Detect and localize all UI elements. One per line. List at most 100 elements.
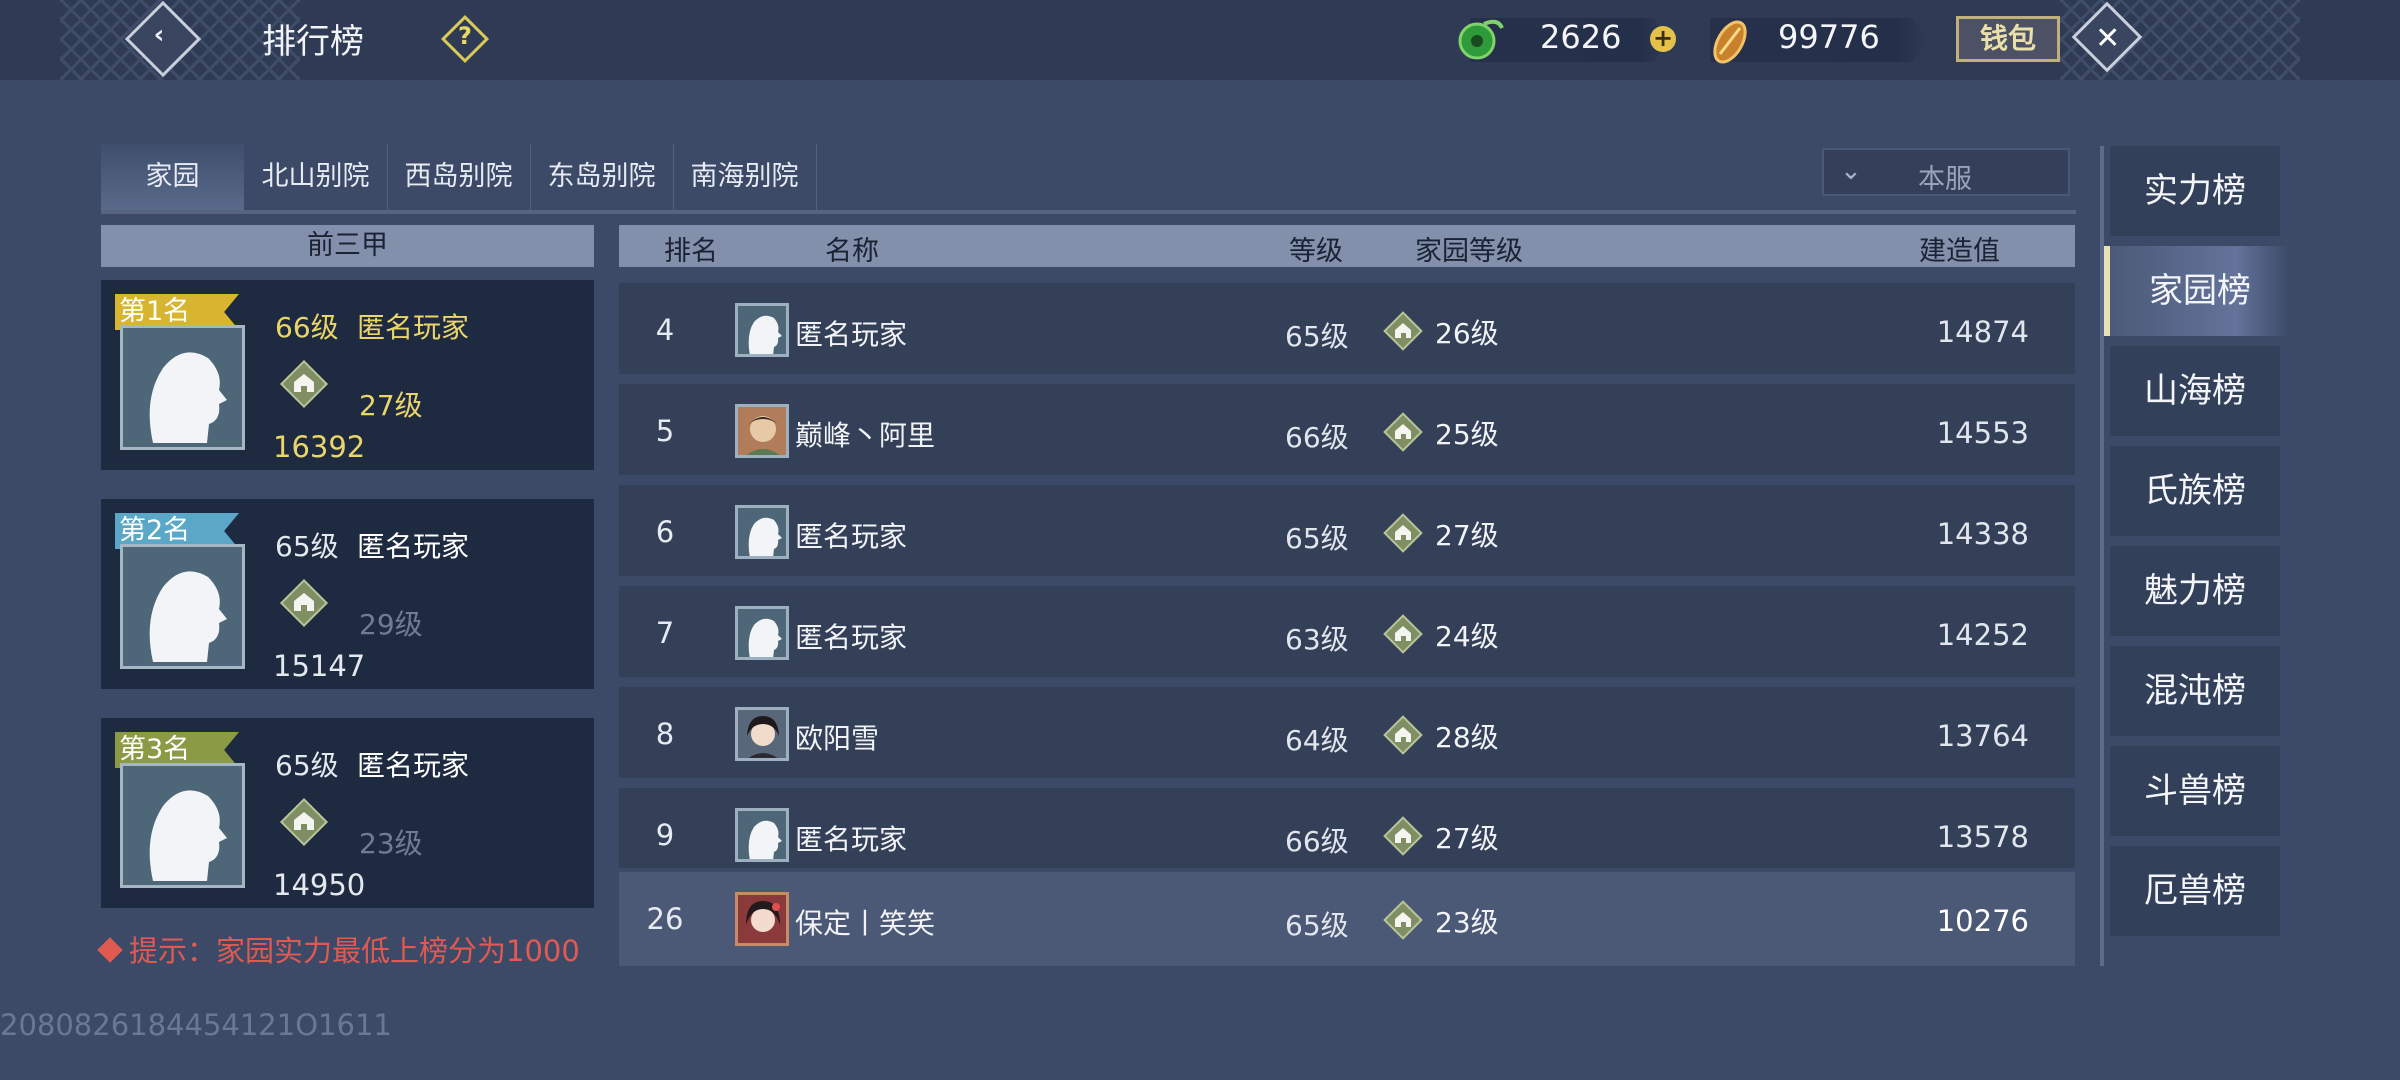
wallet-button[interactable]: 钱包 [1956, 16, 2060, 62]
table-row[interactable]: 5 巅峰丶阿里 66级 25级 14553 [619, 384, 2075, 475]
tab-nanhai[interactable]: 南海别院 [673, 144, 816, 214]
player-level: 66级 [275, 311, 339, 344]
row-score: 10276 [1936, 904, 2029, 938]
row-level: 66级 [1285, 421, 1349, 454]
row-level: 65级 [1285, 320, 1349, 353]
row-rank: 26 [646, 902, 684, 936]
row-rank: 4 [655, 313, 675, 347]
anonymous-avatar-icon [735, 303, 789, 357]
col-rank: 排名 [664, 236, 718, 267]
row-name: 保定丨笑笑 [795, 907, 936, 940]
side-menu-charm-rank[interactable]: 魅力榜 [2110, 546, 2280, 636]
build-score: 16392 [273, 430, 366, 464]
table-row[interactable]: 9 匿名玩家 66级 27级 13578 [619, 788, 2075, 868]
row-home-level: 24级 [1435, 620, 1499, 653]
home-level: 29级 [359, 608, 423, 641]
row-home-level: 27级 [1435, 822, 1499, 855]
side-menu-shanhai-rank[interactable]: 山海榜 [2110, 346, 2280, 436]
player-name: 匿名玩家 [357, 311, 470, 344]
player-portrait-icon [735, 892, 789, 946]
page-title: 排行榜 [262, 22, 364, 62]
row-home-level: 28级 [1435, 721, 1499, 754]
top3-heading: 前三甲 [101, 225, 594, 267]
row-level: 64级 [1285, 724, 1349, 757]
gold-amount: 99776 [1778, 18, 1880, 56]
side-menu-beast-fight-rank[interactable]: 斗兽榜 [2110, 746, 2280, 836]
side-menu-chaos-rank[interactable]: 混沌榜 [2110, 646, 2280, 736]
row-name: 匿名玩家 [795, 621, 908, 654]
house-icon [1383, 412, 1423, 452]
row-home-level: 25级 [1435, 418, 1499, 451]
row-level: 65级 [1285, 522, 1349, 555]
row-score: 14252 [1936, 618, 2029, 652]
player-name: 匿名玩家 [357, 530, 470, 563]
back-arrow-icon: ‹ [153, 20, 165, 51]
house-icon [279, 797, 329, 847]
tab-divider [816, 144, 817, 214]
tab-divider [387, 144, 388, 214]
table-row[interactable]: 7 匿名玩家 63级 24级 14252 [619, 586, 2075, 677]
self-rank-row[interactable]: 26 保定丨笑笑 65级 23级 10276 [619, 872, 2075, 966]
house-icon [1383, 816, 1423, 856]
anonymous-avatar-icon [735, 808, 789, 862]
table-header: 排名 名称 等级 家园等级 建造值 [619, 225, 2075, 267]
anonymous-avatar-icon [120, 763, 245, 888]
server-select-value: 本服 [1918, 164, 1972, 195]
table-row[interactable]: 4 匿名玩家 65级 26级 14874 [619, 283, 2075, 374]
row-score: 14553 [1936, 416, 2029, 450]
anonymous-avatar-icon [735, 606, 789, 660]
house-icon [1383, 513, 1423, 553]
home-level: 23级 [359, 827, 423, 860]
tab-divider [673, 144, 674, 214]
jade-coin-icon [1458, 19, 1504, 60]
col-name: 名称 [825, 236, 879, 267]
tab-home[interactable]: 家园 [101, 144, 244, 214]
top3-card-1[interactable]: 第1名 66级 匿名玩家 27级 16392 [101, 280, 594, 470]
row-rank: 8 [655, 717, 675, 751]
home-level: 27级 [359, 389, 423, 422]
anonymous-avatar-icon [735, 505, 789, 559]
row-score: 14874 [1936, 315, 2029, 349]
house-icon [279, 359, 329, 409]
tab-underline [101, 210, 2076, 214]
gold-ingot-icon [1713, 20, 1747, 64]
player-level: 65级 [275, 749, 339, 782]
col-home-level: 家园等级 [1415, 236, 1523, 267]
row-name: 匿名玩家 [795, 823, 908, 856]
col-level: 等级 [1289, 236, 1343, 267]
row-rank: 7 [655, 616, 675, 650]
table-row[interactable]: 8 欧阳雪 64级 28级 13764 [619, 687, 2075, 778]
side-menu-home-rank[interactable]: 家园榜 [2104, 246, 2290, 336]
tab-divider [530, 144, 531, 214]
house-icon [279, 578, 329, 628]
table-row[interactable]: 6 匿名玩家 65级 27级 14338 [619, 485, 2075, 576]
house-icon [1383, 614, 1423, 654]
tab-dongdao[interactable]: 东岛别院 [530, 144, 673, 214]
top3-card-2[interactable]: 第2名 65级 匿名玩家 29级 15147 [101, 499, 594, 689]
player-portrait-icon [735, 707, 789, 761]
row-score: 13764 [1936, 719, 2029, 753]
warning-icon [97, 937, 123, 963]
add-currency-button[interactable]: + [1650, 26, 1676, 52]
row-name: 匿名玩家 [795, 318, 908, 351]
tab-beishan[interactable]: 北山别院 [244, 144, 387, 214]
min-score-tip: 提示：家园实力最低上榜分为1000 [97, 928, 580, 970]
side-menu-power-rank[interactable]: 实力榜 [2110, 146, 2280, 236]
side-menu-clan-rank[interactable]: 氏族榜 [2110, 446, 2280, 536]
row-name: 欧阳雪 [795, 722, 880, 755]
col-score: 建造值 [1919, 236, 2000, 267]
anonymous-avatar-icon [120, 325, 245, 450]
house-icon [1383, 311, 1423, 351]
side-menu-calamity-beast-rank[interactable]: 厄兽榜 [2110, 846, 2280, 936]
build-id: 2080826184454121O1611 [0, 1008, 392, 1042]
row-rank: 9 [655, 818, 675, 852]
jade-amount: 2626 [1540, 18, 1622, 56]
question-icon: ? [458, 22, 472, 51]
top3-card-3[interactable]: 第3名 65级 匿名玩家 23级 14950 [101, 718, 594, 908]
player-name: 匿名玩家 [357, 749, 470, 782]
row-home-level: 27级 [1435, 519, 1499, 552]
player-portrait-icon [735, 404, 789, 458]
house-icon [1383, 715, 1423, 755]
tab-xidao[interactable]: 西岛别院 [387, 144, 530, 214]
server-select[interactable]: ⌄ 本服 [1822, 148, 2070, 196]
